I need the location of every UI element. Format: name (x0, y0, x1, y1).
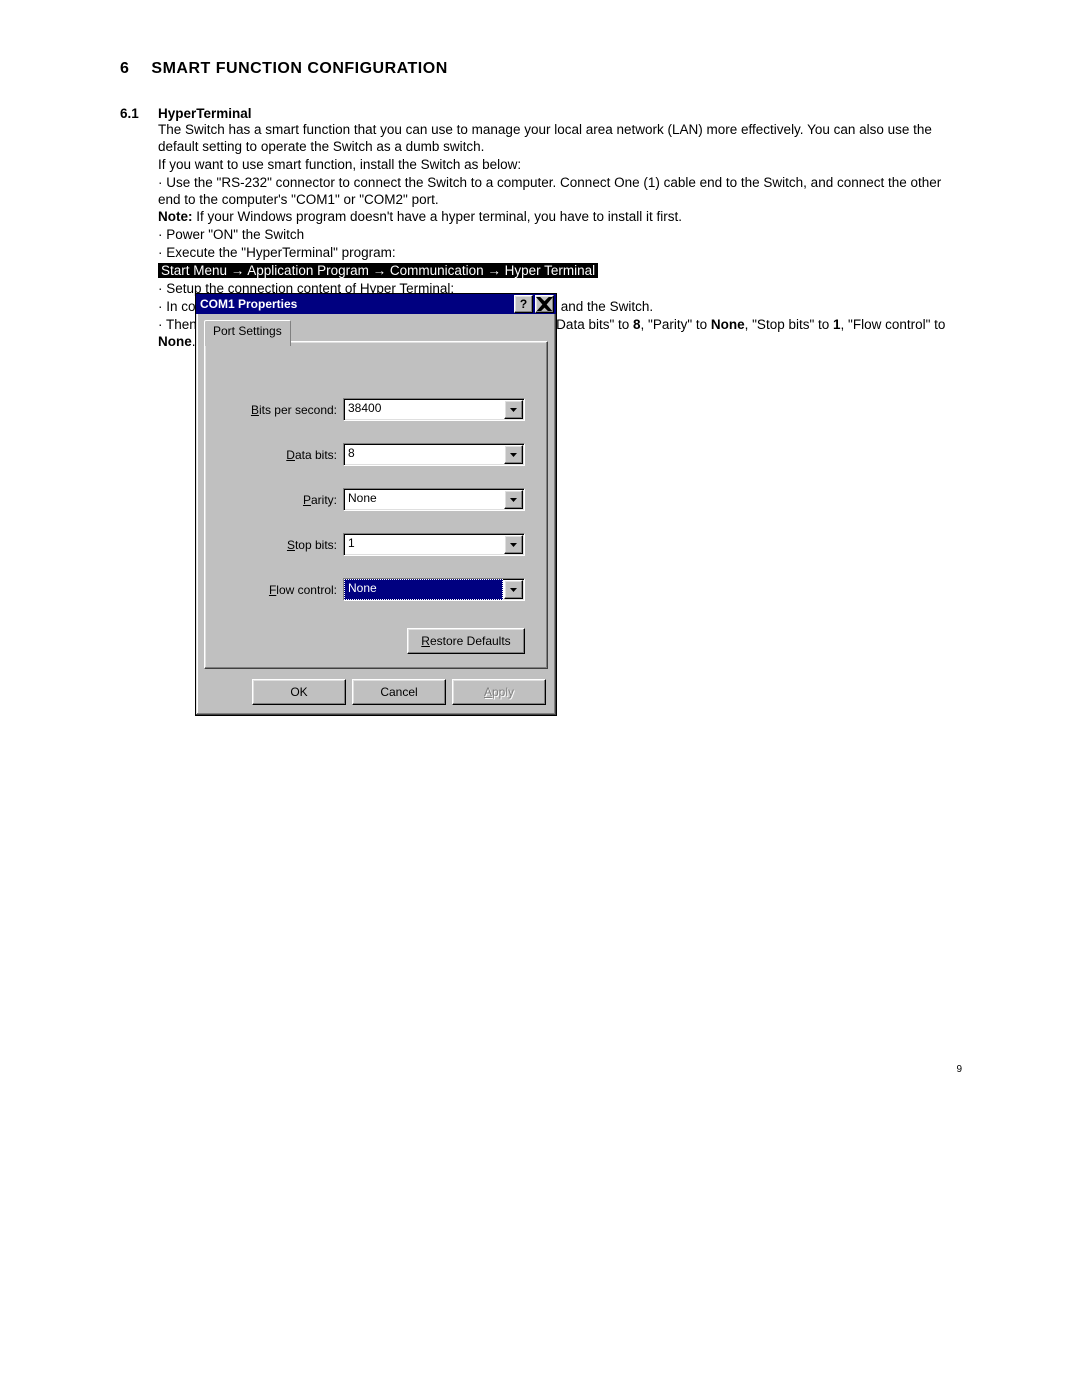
menu-path: Start Menu → Application Program → Commu… (158, 263, 965, 280)
stop-bits-select[interactable]: 1 (343, 533, 525, 556)
note-lead: Note: (158, 209, 193, 224)
flow-control-value: None (344, 579, 503, 600)
stop-bits-value: 1 (344, 534, 503, 555)
note-rest: If your Windows program doesn't have a h… (193, 209, 683, 224)
titlebar[interactable]: COM1 Properties ? (196, 294, 556, 314)
bullet-power: · Power "ON" the Switch (158, 227, 965, 244)
section-number: 6 (120, 60, 129, 78)
dialog-title: COM1 Properties (200, 297, 297, 311)
cancel-button[interactable]: Cancel (352, 679, 446, 705)
flow-control-select[interactable]: None (343, 578, 525, 601)
chevron-down-icon[interactable] (504, 445, 523, 464)
restore-defaults-button[interactable]: Restore Defaults (407, 628, 525, 654)
close-button[interactable] (535, 295, 554, 313)
chevron-down-icon[interactable] (504, 490, 523, 509)
bullet-execute: · Execute the "HyperTerminal" program: (158, 245, 965, 262)
com1-properties-dialog: COM1 Properties ? Port Settings Bits per… (195, 293, 557, 716)
label-bits-per-second: Bits per second: (227, 403, 343, 417)
ok-button[interactable]: OK (252, 679, 346, 705)
subsection-title: HyperTerminal (158, 106, 252, 121)
label-stop-bits: Stop bits: (227, 538, 343, 552)
chevron-down-icon[interactable] (504, 580, 523, 599)
tab-port-settings[interactable]: Port Settings (204, 320, 291, 346)
subsection-number: 6.1 (120, 106, 140, 121)
para-intro-2: If you want to use smart function, insta… (158, 157, 965, 174)
apply-button: Apply (452, 679, 546, 705)
bits-per-second-select[interactable]: 38400 (343, 398, 525, 421)
page-number: 9 (956, 1064, 962, 1075)
bullet-rs232: · Use the "RS-232" connector to connect … (158, 175, 965, 209)
bits-per-second-value: 38400 (344, 399, 503, 420)
chevron-down-icon[interactable] (504, 400, 523, 419)
label-flow-control: Flow control: (227, 583, 343, 597)
parity-value: None (344, 489, 503, 510)
para-intro-1: The Switch has a smart function that you… (158, 122, 965, 156)
chevron-down-icon[interactable] (504, 535, 523, 554)
label-parity: Parity: (227, 493, 343, 507)
help-button[interactable]: ? (514, 295, 533, 313)
label-data-bits: Data bits: (227, 448, 343, 462)
data-bits-select[interactable]: 8 (343, 443, 525, 466)
parity-select[interactable]: None (343, 488, 525, 511)
section-title: SMART FUNCTION CONFIGURATION (151, 60, 447, 78)
data-bits-value: 8 (344, 444, 503, 465)
note-line: Note: If your Windows program doesn't ha… (158, 209, 965, 226)
